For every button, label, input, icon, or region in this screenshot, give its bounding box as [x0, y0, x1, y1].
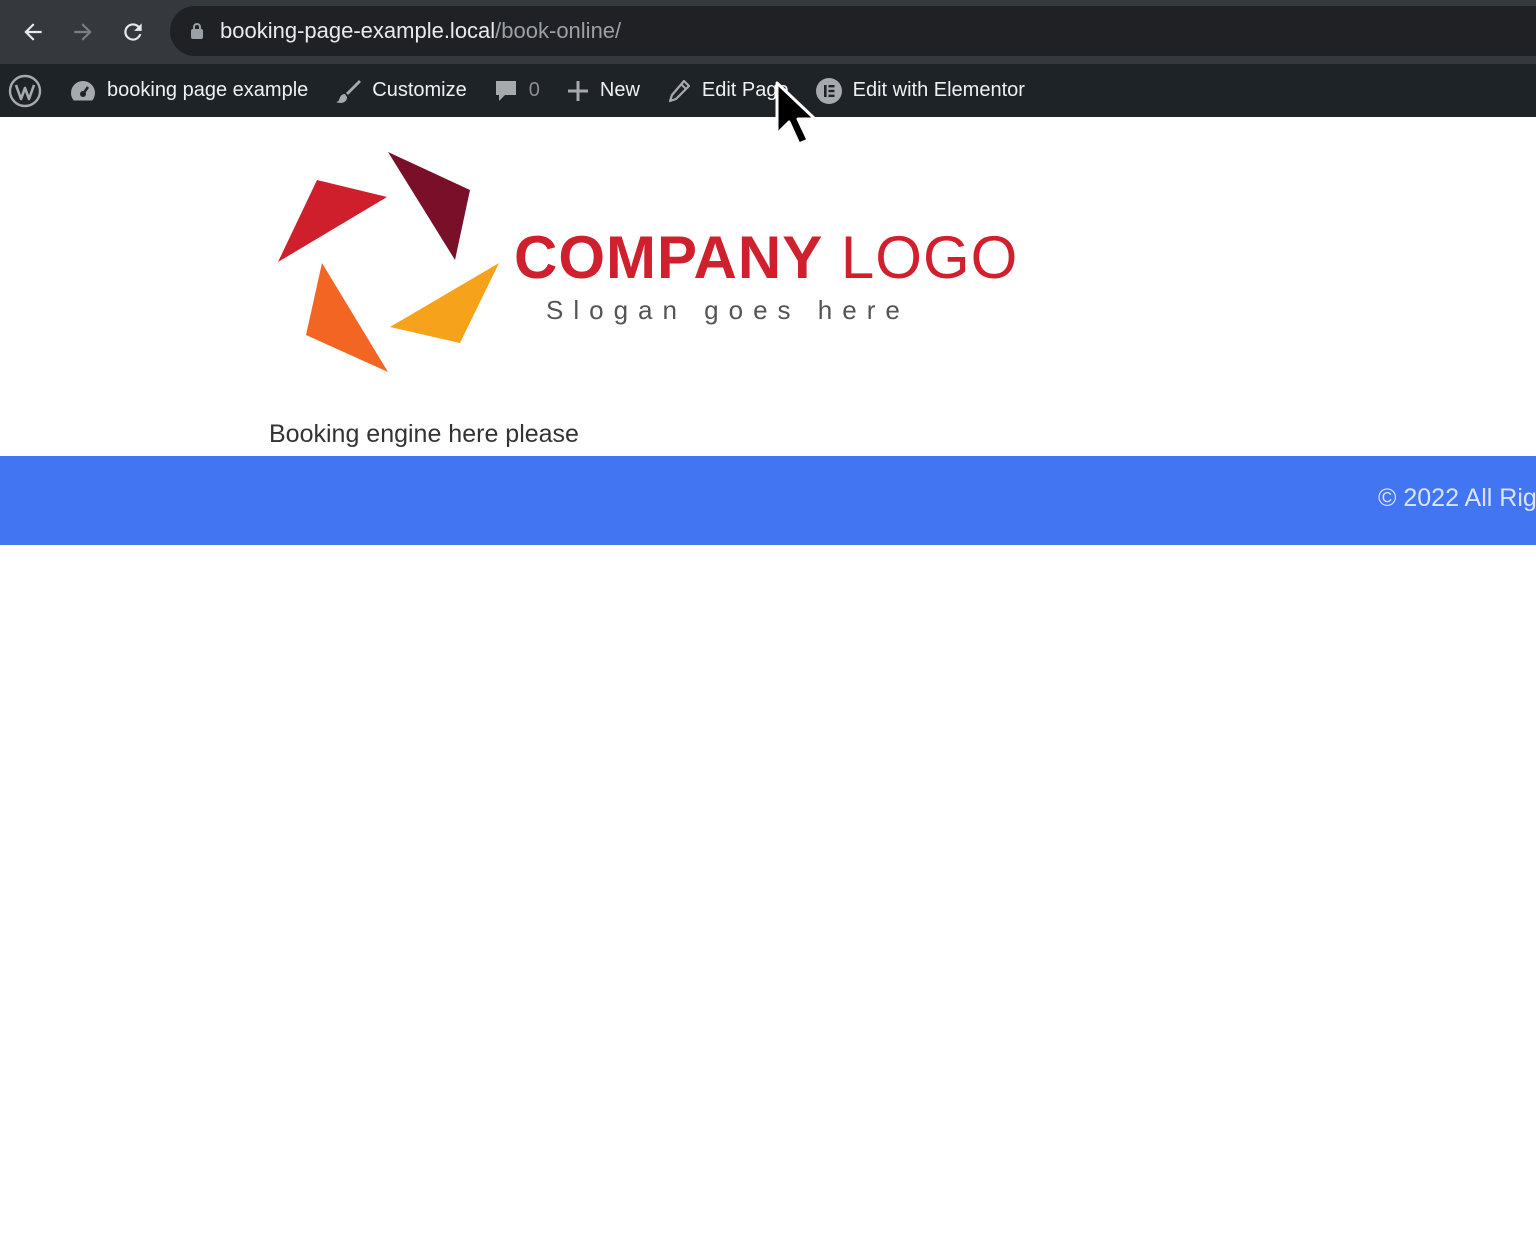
footer-copyright: © 2022 All Rig — [1378, 484, 1536, 512]
logo-word-company: COMPANY — [514, 224, 824, 291]
pencil-icon — [666, 78, 692, 104]
page-content-text: Booking engine here please — [269, 420, 579, 448]
forward-button[interactable] — [58, 0, 108, 64]
address-bar[interactable]: booking-page-example.local/book-online/ — [170, 6, 1536, 56]
site-name-menu[interactable]: booking page example — [56, 64, 321, 117]
edit-page-label: Edit Page — [701, 79, 789, 101]
site-footer: © 2022 All Rig — [0, 456, 1536, 545]
logo-word-logo: LOGO — [840, 224, 1019, 291]
url-host: booking-page-example.local — [220, 18, 496, 43]
dashboard-icon — [69, 78, 97, 104]
elementor-icon — [815, 77, 843, 105]
paintbrush-icon — [334, 77, 362, 105]
comment-bubble-icon — [493, 78, 519, 104]
pinwheel-logo-icon — [278, 152, 499, 372]
plus-icon — [566, 79, 590, 103]
browser-toolbar: booking-page-example.local/book-online/ — [0, 0, 1536, 64]
customize-label: Customize — [372, 79, 467, 101]
back-arrow-icon — [24, 23, 42, 41]
wordpress-menu[interactable] — [0, 64, 56, 117]
edit-page-link[interactable]: Edit Page — [653, 64, 802, 117]
comments-count: 0 — [528, 79, 540, 101]
url-path: /book-online/ — [495, 18, 622, 43]
reload-button[interactable] — [108, 0, 158, 64]
site-name-label: booking page example — [107, 79, 309, 101]
new-content-menu[interactable]: New — [553, 64, 653, 117]
logo-slogan: Slogan goes here — [546, 295, 910, 325]
customize-link[interactable]: Customize — [321, 64, 479, 117]
comments-link[interactable]: 0 — [480, 64, 553, 117]
logo-wordmark: COMPANY LOGO — [514, 228, 1018, 288]
edit-with-elementor-link[interactable]: Edit with Elementor — [802, 64, 1038, 117]
reload-icon — [124, 23, 142, 41]
forward-arrow-icon — [74, 23, 92, 41]
new-label: New — [599, 79, 640, 101]
lock-icon — [190, 22, 204, 40]
edit-elementor-label: Edit with Elementor — [852, 79, 1025, 101]
wp-admin-bar: booking page example Customize 0 New Edi… — [0, 64, 1536, 117]
back-button[interactable] — [8, 0, 58, 64]
wordpress-logo-icon — [8, 74, 42, 107]
company-logo[interactable]: COMPANY LOGO Slogan goes here — [270, 145, 1040, 380]
